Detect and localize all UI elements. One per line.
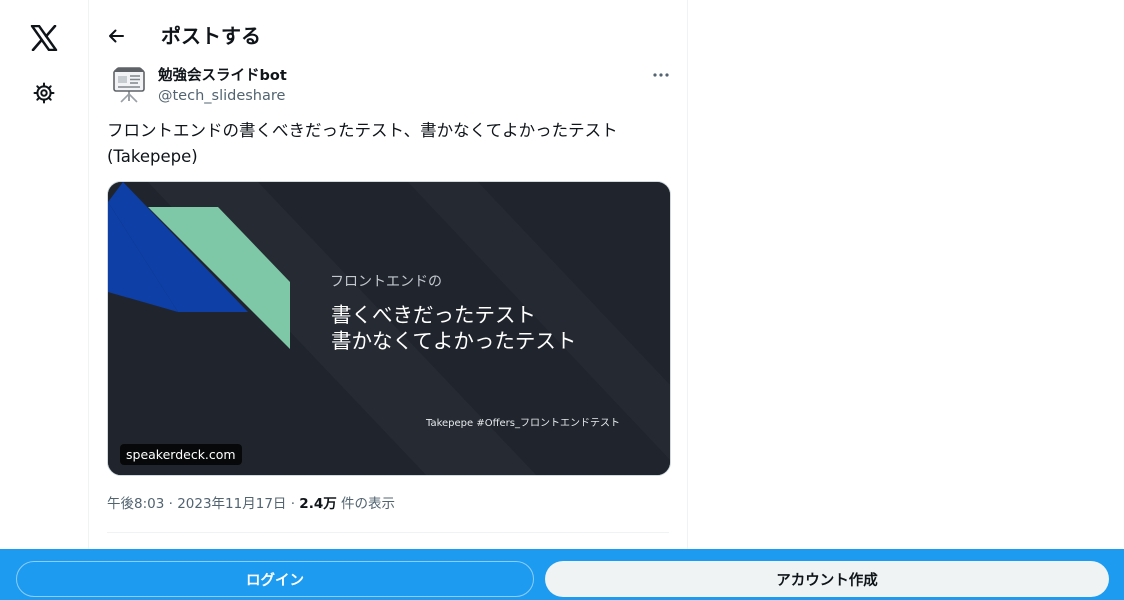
tweet-time[interactable]: 午後8:03 xyxy=(107,496,164,512)
divider xyxy=(107,532,669,533)
slide-title: 書くべきだったテスト 書かなくてよかったテスト xyxy=(331,302,576,354)
meta-separator: · xyxy=(286,496,300,512)
main-column: ポストする 勉強会スライドbot @tech_slideshare フロントエン… xyxy=(88,0,688,600)
bottom-bar: ログイン アカウント作成 xyxy=(0,549,1124,600)
post-header: ポストする xyxy=(89,0,687,68)
link-card-image[interactable]: フロントエンドの 書くべきだったテスト 書かなくてよかったテスト Takepep… xyxy=(107,181,671,476)
gear-icon[interactable] xyxy=(28,77,60,109)
page-title: ポストする xyxy=(161,24,261,48)
tweet-author: 勉強会スライドbot @tech_slideshare xyxy=(107,64,679,108)
login-button[interactable]: ログイン xyxy=(16,561,534,597)
slide-title-line2: 書かなくてよかったテスト xyxy=(331,329,577,353)
slide-subtitle: フロントエンドの xyxy=(330,274,442,290)
slide-title-line1: 書くべきだったテスト xyxy=(331,303,536,327)
avatar[interactable] xyxy=(109,64,149,104)
tweet-text: フロントエンドの書くべきだったテスト、書かなくてよかったテスト (Takepep… xyxy=(107,121,618,166)
left-rail xyxy=(0,0,88,600)
author-name[interactable]: 勉強会スライドbot xyxy=(158,66,287,86)
more-button[interactable] xyxy=(647,64,675,86)
arrow-left-icon xyxy=(109,29,124,43)
view-count: 2.4万 xyxy=(299,496,337,512)
x-logo-icon[interactable] xyxy=(28,22,60,54)
back-button[interactable] xyxy=(101,21,131,51)
domain-badge: speakerdeck.com xyxy=(120,444,242,465)
tweet-date[interactable]: 2023年11月17日 xyxy=(177,496,286,512)
view-count-suffix: 件の表示 xyxy=(336,496,396,512)
more-horizontal-icon xyxy=(653,73,669,77)
signup-button[interactable]: アカウント作成 xyxy=(545,561,1109,597)
tweet-meta: 午後8:03 · 2023年11月17日 · 2.4万 件の表示 xyxy=(107,494,395,514)
meta-separator: · xyxy=(164,496,178,512)
slide-footer: Takepepe #Offers_フロントエンドテスト xyxy=(426,418,620,429)
author-handle[interactable]: @tech_slideshare xyxy=(158,86,285,106)
